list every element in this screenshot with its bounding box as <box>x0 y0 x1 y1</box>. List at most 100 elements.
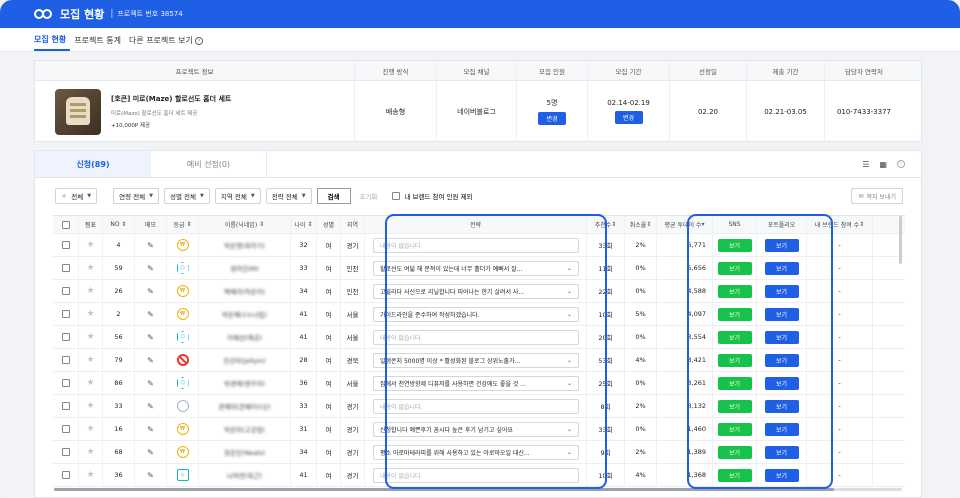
reason-dropdown[interactable]: 내용이 없습니다. <box>373 398 579 414</box>
row-name[interactable]: 정은진(Neals) <box>224 447 265 457</box>
row-fav-cell[interactable]: ★ <box>79 372 103 394</box>
row-fav-cell[interactable]: ★ <box>79 464 103 486</box>
row-select-cell[interactable] <box>53 326 79 348</box>
reason-dropdown[interactable]: 내용이 없습니다. <box>373 329 579 345</box>
row-memo-cell[interactable]: ✎ <box>135 280 167 302</box>
info-icon[interactable]: i <box>897 160 905 168</box>
table-row[interactable]: ★ 4 ✎ ₩ 박은영(육아기) 32 여 경기 내용이 없습니다. 33회 2% 6,771 보기 보기… <box>53 234 905 257</box>
row-fav-cell[interactable]: ★ <box>79 349 103 371</box>
portfolio-view-button[interactable]: 보기 <box>764 330 799 344</box>
row-checkbox[interactable] <box>61 264 70 272</box>
portfolio-view-button[interactable]: 보기 <box>764 238 799 252</box>
exclude-brand-option[interactable]: 내 브랜드 참여 인원 제외 <box>392 191 473 201</box>
sns-view-button[interactable]: 보기 <box>717 445 752 459</box>
table-row[interactable]: ★ 56 ✎ ⬡ 이혜선(해공) 41 여 서울 내용이 없습니다. 20회 0% 3,554 보기 보기… <box>53 326 905 349</box>
reason-filter[interactable]: 전략 전체 ▼ <box>265 188 312 204</box>
row-select-cell[interactable] <box>53 464 79 486</box>
reason-dropdown[interactable]: 내용이 없습니다. <box>373 237 579 253</box>
pencil-icon[interactable]: ✎ <box>147 448 154 457</box>
sns-view-button[interactable]: 보기 <box>717 238 752 252</box>
row-memo-cell[interactable]: ✎ <box>135 418 167 440</box>
pencil-icon[interactable]: ✎ <box>147 425 154 434</box>
vertical-scrollbar[interactable] <box>899 216 902 264</box>
tab-apply[interactable]: 신청(89) <box>35 151 151 177</box>
region-filter[interactable]: 지역 전체 ▼ <box>214 188 261 204</box>
reason-dropdown[interactable]: 일생은지 5000명 이상 * 활성화된 블로그 상위노출가... ⌄ <box>373 352 579 368</box>
row-name[interactable]: 관예미(콘페이)(신) <box>218 401 270 411</box>
row-memo-cell[interactable]: ✎ <box>135 303 167 325</box>
reason-dropdown[interactable]: 고릴리다 사신으로 리닐합니다 피어나는 한기 살려서 사... ⌄ <box>373 283 579 299</box>
table-row[interactable]: ★ 59 ✎ ⬡ 정여진(M) 33 여 인천 할로선도 여덟 해 분적이 있는데 너무 홀더가… <box>53 257 905 280</box>
pencil-icon[interactable]: ✎ <box>147 471 154 480</box>
table-row[interactable]: ★ 86 ✎ ⬡ 박경애(영주아) 36 여 서울 집에서 천연방향제 디퓨저를 사용하면 건강… <box>53 372 905 395</box>
row-fav-cell[interactable]: ★ <box>79 257 103 279</box>
portfolio-view-button[interactable]: 보기 <box>764 353 799 367</box>
row-memo-cell[interactable]: ✎ <box>135 257 167 279</box>
star-icon[interactable]: ★ <box>86 263 94 273</box>
row-name-cell[interactable]: 백예리(하은이) <box>199 280 291 302</box>
row-memo-cell[interactable]: ✎ <box>135 395 167 417</box>
reason-dropdown[interactable]: 집에서 천연방향제 디퓨저를 사용하면 건강에도 좋을 것 ... ⌄ <box>373 375 579 391</box>
row-name[interactable]: 백예리(하은이) <box>224 286 265 296</box>
star-icon[interactable]: ★ <box>86 309 94 319</box>
row-name[interactable]: 나하연(육근) <box>227 470 262 480</box>
pencil-icon[interactable]: ✎ <box>147 287 154 296</box>
col-age[interactable]: 나이 ⇕ <box>291 216 317 233</box>
header-select-all[interactable] <box>53 216 79 233</box>
row-fav-cell[interactable]: ★ <box>79 234 103 256</box>
table-row[interactable]: ★ 33 ✎ · 관예미(콘페이)(신) 33 여 경기 내용이 없습니다. 8회 2% 3,132 보… <box>53 395 905 418</box>
row-select-cell[interactable] <box>53 418 79 440</box>
row-checkbox[interactable] <box>61 379 70 387</box>
star-icon[interactable]: ★ <box>86 378 94 388</box>
row-checkbox[interactable] <box>61 402 70 410</box>
row-checkbox[interactable] <box>61 310 70 318</box>
row-memo-cell[interactable]: ✎ <box>135 326 167 348</box>
gender-filter[interactable]: 성별 전체 ▼ <box>163 188 210 204</box>
grid-view-icon[interactable]: ▦ <box>879 160 887 169</box>
pencil-icon[interactable]: ✎ <box>147 356 154 365</box>
portfolio-view-button[interactable]: 보기 <box>764 422 799 436</box>
row-name-cell[interactable]: 나하연(육근) <box>199 464 291 486</box>
star-icon[interactable]: ★ <box>86 355 94 365</box>
send-message-button[interactable]: ✉ 쪽지 보내기 <box>851 188 903 204</box>
sns-view-button[interactable]: 보기 <box>717 422 752 436</box>
row-name[interactable]: 이혜선(해공) <box>227 332 262 342</box>
row-checkbox[interactable] <box>61 471 70 479</box>
row-checkbox[interactable] <box>61 287 70 295</box>
row-name[interactable]: 박은영(육아기) <box>224 240 265 250</box>
reason-dropdown[interactable]: 내용이 없습니다. <box>373 467 579 483</box>
row-select-cell[interactable] <box>53 349 79 371</box>
pencil-icon[interactable]: ✎ <box>147 379 154 388</box>
pencil-icon[interactable]: ✎ <box>147 402 154 411</box>
table-row[interactable]: ★ 36 ✎ ◇ 나하연(육근) 41 여 경기 내용이 없습니다. 10회 4% 1,368 보기 보기… <box>53 464 905 487</box>
portfolio-view-button[interactable]: 보기 <box>764 468 799 482</box>
row-memo-cell[interactable]: ✎ <box>135 234 167 256</box>
sns-view-button[interactable]: 보기 <box>717 353 752 367</box>
row-select-cell[interactable] <box>53 372 79 394</box>
pencil-icon[interactable]: ✎ <box>147 333 154 342</box>
star-icon[interactable]: ★ <box>86 240 94 250</box>
row-fav-cell[interactable]: ★ <box>79 395 103 417</box>
row-checkbox[interactable] <box>61 356 70 364</box>
row-name-cell[interactable]: 정은진(Neals) <box>199 441 291 463</box>
row-memo-cell[interactable]: ✎ <box>135 441 167 463</box>
col-fav[interactable]: 찜표 <box>79 216 103 233</box>
col-cancel[interactable]: 취소율 ⇕ <box>625 216 657 233</box>
row-name-cell[interactable]: 박경애(영주아) <box>199 372 291 394</box>
row-select-cell[interactable] <box>53 234 79 256</box>
pencil-icon[interactable]: ✎ <box>147 310 154 319</box>
table-row[interactable]: ★ 2 ✎ ₩ 박은혜(1누나립) 41 여 서울 가이드라인을 준수하여 작성하겠습니다. ⌄ 1… <box>53 303 905 326</box>
search-button[interactable]: 검색 <box>316 188 351 204</box>
row-name[interactable]: 정여진(M) <box>230 263 259 273</box>
star-icon[interactable]: ★ <box>86 286 94 296</box>
period-change-button[interactable]: 변경 <box>614 111 643 124</box>
col-avg-today[interactable]: 평균 투데이 수 ▾ <box>657 216 713 233</box>
age-filter[interactable]: 연령 전체 ▼ <box>113 188 159 204</box>
portfolio-view-button[interactable]: 보기 <box>764 399 799 413</box>
row-select-cell[interactable] <box>53 441 79 463</box>
tab-recruit-status[interactable]: 모집 현황 <box>34 34 71 51</box>
sns-view-button[interactable]: 보기 <box>717 261 752 275</box>
row-select-cell[interactable] <box>53 395 79 417</box>
row-checkbox[interactable] <box>61 448 70 456</box>
row-name-cell[interactable]: 관예미(콘페이)(신) <box>199 395 291 417</box>
